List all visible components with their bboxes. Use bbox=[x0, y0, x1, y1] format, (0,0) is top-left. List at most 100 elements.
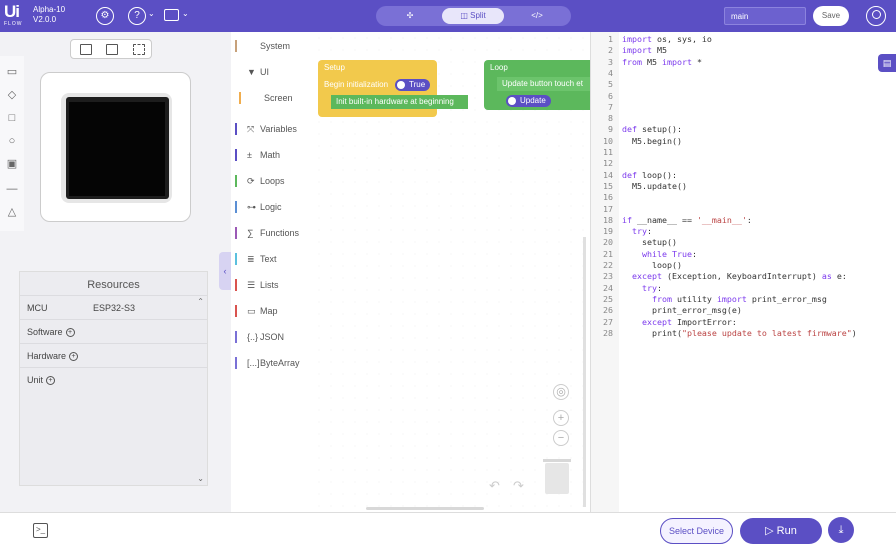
category-color-bar bbox=[235, 201, 237, 213]
save-button[interactable]: Save bbox=[813, 6, 849, 26]
help-icon[interactable]: ? bbox=[128, 7, 146, 25]
scroll-up-icon[interactable]: ⌃ bbox=[197, 297, 204, 306]
settings-gear-icon[interactable]: ⚙ bbox=[96, 7, 114, 25]
image-icon[interactable]: ▣ bbox=[6, 158, 18, 170]
user-account-icon[interactable] bbox=[866, 6, 886, 26]
folder-chevron-down-icon[interactable]: ⌄ bbox=[182, 9, 189, 18]
category-lists[interactable]: ☰ Lists bbox=[235, 275, 279, 295]
setup-block-title: Setup bbox=[324, 63, 345, 72]
category-ui[interactable]: ▼ UI bbox=[235, 62, 269, 82]
scroll-down-icon[interactable]: ⌄ bbox=[197, 474, 204, 483]
category-loops[interactable]: ⟳ Loops bbox=[235, 171, 285, 191]
line-number: 7 bbox=[608, 101, 613, 112]
device-screen[interactable] bbox=[66, 97, 169, 199]
add-software-icon[interactable]: + bbox=[65, 328, 75, 338]
docs-book-icon[interactable]: ▤ bbox=[878, 54, 896, 72]
category-functions[interactable]: ∑ Functions bbox=[235, 223, 299, 243]
update-toggle[interactable]: Update bbox=[506, 95, 551, 107]
undo-icon[interactable]: ↶ bbox=[489, 478, 500, 494]
category-color-bar bbox=[235, 175, 237, 187]
line-number: 9 bbox=[608, 124, 613, 135]
code-text: def setup(): bbox=[622, 124, 682, 135]
play-icon: ▷ bbox=[765, 525, 777, 537]
category-label: System bbox=[260, 41, 291, 51]
begin-initialization-toggle[interactable]: True bbox=[395, 79, 431, 91]
update-button-block[interactable]: Update button touch et bbox=[497, 77, 590, 91]
circle-icon[interactable]: ○ bbox=[6, 135, 18, 147]
code-text: setup() bbox=[622, 237, 677, 248]
category-icon: ± bbox=[247, 150, 252, 160]
line-icon[interactable]: — bbox=[6, 183, 18, 195]
zoom-in-icon[interactable]: + bbox=[553, 410, 569, 426]
loop-block-title: Loop bbox=[490, 63, 508, 72]
category-map[interactable]: ▭ Map bbox=[235, 301, 278, 321]
help-chevron-down-icon[interactable]: ⌄ bbox=[148, 9, 155, 18]
layout-left-icon[interactable] bbox=[80, 44, 92, 55]
trash-icon[interactable] bbox=[543, 459, 571, 494]
code-text: def loop(): bbox=[622, 169, 677, 180]
rectangle-icon[interactable]: □ bbox=[6, 112, 18, 124]
code-editor[interactable]: 1 import os, sys, io 2 import M5 3 from M5 im… bbox=[590, 32, 896, 512]
category-logic[interactable]: ⊶ Logic bbox=[235, 197, 282, 217]
code-text: try: bbox=[641, 282, 662, 293]
software-row[interactable]: Software + bbox=[20, 320, 207, 344]
category-variables[interactable]: ⤧ Variables bbox=[235, 119, 297, 139]
update-toggle-value: Update bbox=[520, 96, 546, 105]
code-text: from M5 import * bbox=[622, 56, 702, 67]
code-text: print("please update to latest firmware"… bbox=[622, 327, 857, 338]
project-name-input[interactable] bbox=[724, 7, 806, 25]
add-unit-icon[interactable]: + bbox=[46, 376, 56, 386]
line-number: 4 bbox=[608, 67, 613, 78]
category-system[interactable]: System bbox=[235, 36, 290, 56]
triangle-icon[interactable]: △ bbox=[6, 206, 18, 218]
mcu-value: ESP32-S3 bbox=[93, 303, 136, 313]
line-number: 3 bbox=[608, 56, 613, 67]
line-number: 1 bbox=[608, 34, 613, 44]
category-color-bar bbox=[235, 253, 237, 265]
category-color-bar bbox=[235, 123, 237, 135]
terminal-icon[interactable]: >_ bbox=[33, 523, 48, 538]
unit-row[interactable]: Unit + bbox=[20, 368, 207, 392]
setup-block[interactable]: Setup Begin initialization True Init bui… bbox=[318, 60, 468, 117]
category-color-bar bbox=[235, 357, 237, 369]
code-text: M5.begin() bbox=[622, 135, 682, 146]
redo-icon[interactable]: ↷ bbox=[513, 478, 524, 494]
label-tag-icon[interactable]: ◇ bbox=[6, 89, 18, 101]
fullscreen-icon[interactable] bbox=[133, 44, 145, 55]
zoom-out-icon[interactable]: − bbox=[553, 430, 569, 446]
line-number: 10 bbox=[603, 135, 613, 146]
mode-code-button[interactable]: </> bbox=[506, 8, 568, 24]
app-version: V2.0.0 bbox=[33, 15, 57, 24]
run-button[interactable]: ▷ Run bbox=[740, 518, 822, 544]
layout-right-icon[interactable] bbox=[106, 44, 118, 55]
category-math[interactable]: ± Math bbox=[235, 145, 280, 165]
category-json[interactable]: {..} JSON bbox=[235, 327, 284, 347]
workspace-vertical-scrollbar[interactable] bbox=[583, 237, 586, 507]
download-to-device-icon[interactable]: ⤓ bbox=[828, 517, 854, 543]
code-text: import M5 bbox=[622, 45, 667, 56]
screen-canvas[interactable] bbox=[69, 102, 165, 196]
init-hardware-block[interactable]: Init built-in hardware at beginning bbox=[331, 95, 468, 109]
mcu-label: MCU bbox=[27, 303, 48, 313]
window-widget-icon[interactable]: ▭ bbox=[6, 66, 18, 78]
code-text: except ImportError: bbox=[641, 316, 737, 327]
toggle-value: True bbox=[409, 80, 426, 89]
line-number: 17 bbox=[603, 203, 613, 214]
code-text: from utility import print_error_msg bbox=[651, 293, 827, 304]
hardware-row[interactable]: Hardware + bbox=[20, 344, 207, 368]
workspace-horizontal-scrollbar[interactable] bbox=[366, 507, 484, 510]
collapse-panel-tab[interactable]: ‹ bbox=[219, 252, 231, 290]
category-bytearray[interactable]: [...]ByteArray bbox=[235, 353, 300, 373]
add-hardware-icon[interactable]: + bbox=[69, 352, 79, 362]
category-icon: ⤧ bbox=[247, 124, 255, 134]
category-screen[interactable]: Screen bbox=[239, 88, 293, 108]
category-label: Variables bbox=[260, 124, 297, 134]
recenter-icon[interactable]: ◎ bbox=[553, 384, 569, 400]
mode-blocks-button[interactable]: ✣ bbox=[379, 8, 441, 24]
select-device-button[interactable]: Select Device bbox=[660, 518, 733, 544]
category-color-bar bbox=[235, 40, 237, 52]
category-text[interactable]: ≣ Text bbox=[235, 249, 277, 269]
mode-split-button[interactable]: ◫ Split bbox=[442, 8, 504, 24]
folder-icon[interactable] bbox=[164, 9, 179, 21]
loop-block[interactable]: Loop Update button touch et Update bbox=[484, 60, 590, 110]
